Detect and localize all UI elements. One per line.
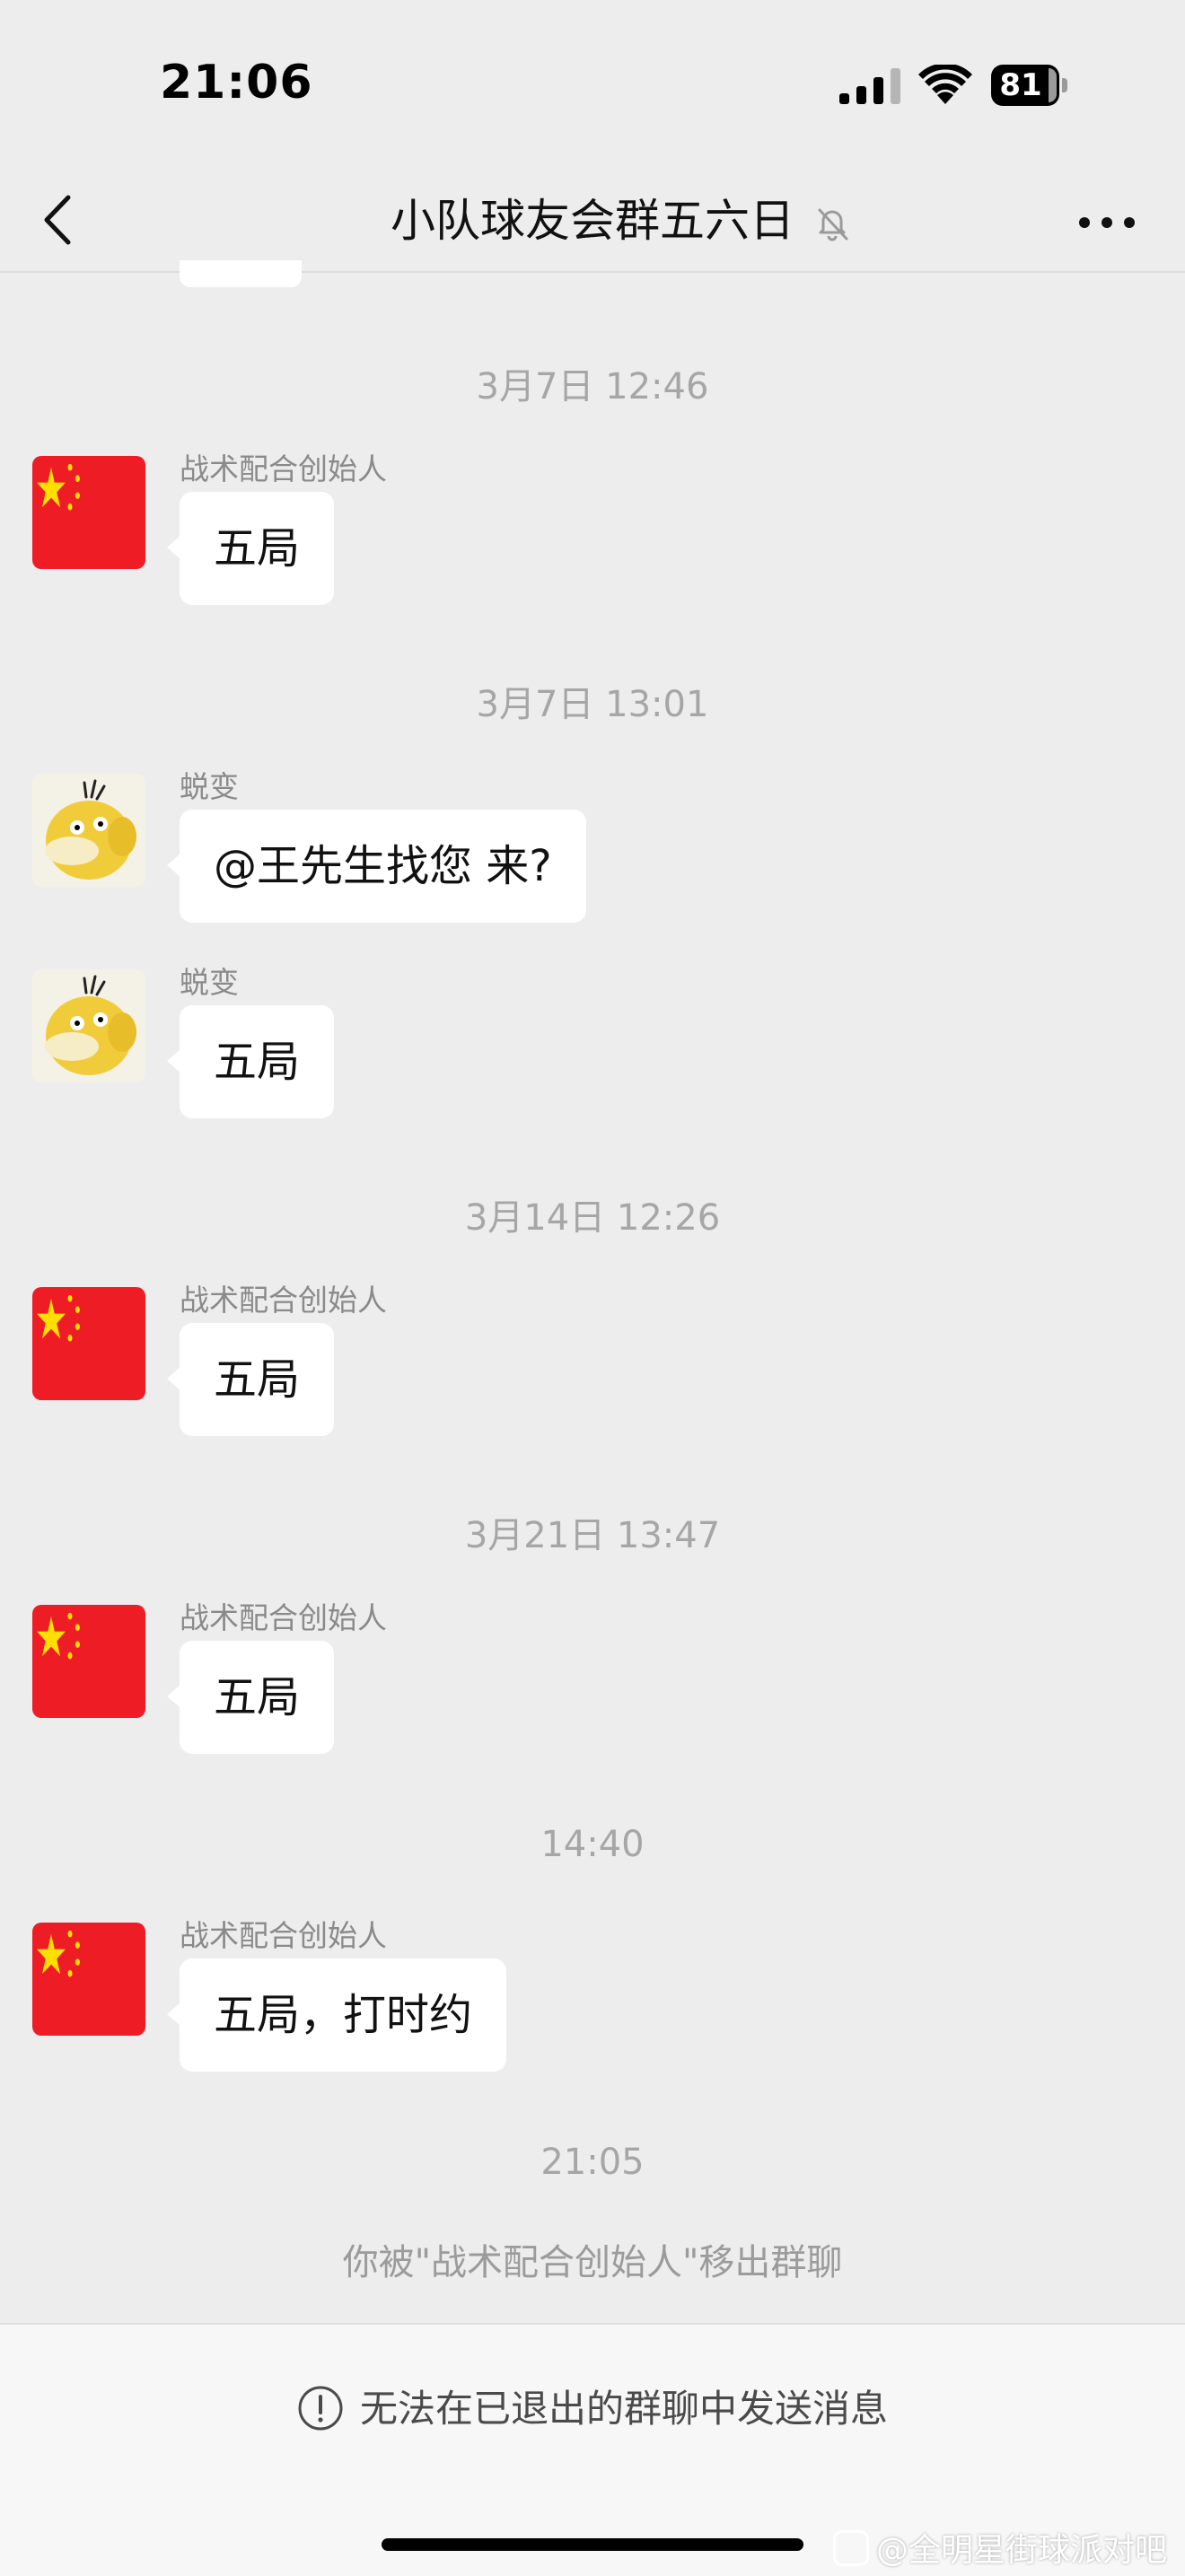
china-flag-avatar[interactable] [32, 1605, 145, 1718]
sender-name: 蜕变 [180, 769, 239, 804]
status-bar: 21:06 81 [0, 0, 1185, 171]
psyduck-avatar[interactable] [32, 774, 145, 887]
message-bubble[interactable]: 五局 [166, 1323, 335, 1436]
message-bubble-partial [180, 260, 302, 287]
weibo-logo-icon [832, 2530, 869, 2566]
chat-title-container: 小队球友会群五六日 [0, 171, 1185, 271]
more-dots-icon[interactable] [1077, 215, 1137, 230]
chat-header: 小队球友会群五六日 [0, 171, 1185, 273]
chat-title: 小队球友会群五六日 [391, 195, 794, 247]
footer-notice: 无法在已退出的群聊中发送消息 [0, 2379, 1185, 2435]
footer-notice-text: 无法在已退出的群聊中发送消息 [359, 2387, 888, 2431]
bell-slash-icon [818, 208, 848, 241]
china-flag-avatar[interactable] [32, 456, 145, 569]
home-indicator[interactable] [382, 2538, 803, 2551]
message-bubble[interactable]: 五局 [166, 492, 335, 605]
cellular-signal-icon [839, 68, 900, 104]
message-bubble[interactable]: 五局 [166, 1641, 335, 1754]
exclamation-circle-icon [298, 2386, 343, 2430]
china-flag-avatar[interactable] [32, 1287, 145, 1400]
status-time: 21:06 [160, 56, 313, 110]
sender-name: 战术配合创始人 [180, 1283, 387, 1318]
message-bubble[interactable]: 五局，打时约 [166, 1958, 507, 2072]
message-bubble[interactable]: 五局 [166, 1005, 335, 1118]
system-timestamp: 21:05 [540, 2142, 645, 2183]
battery-indicator: 81 [991, 65, 1068, 106]
watermark: @全明星街球派对吧 [832, 2524, 1167, 2571]
sender-name: 战术配合创始人 [180, 451, 387, 486]
message-timestamp: 3月14日 12:26 [464, 1197, 721, 1239]
watermark-text: @全明星街球派对吧 [875, 2532, 1167, 2569]
system-message: 你被"战术配合创始人"移出群聊 [342, 2242, 843, 2283]
sender-name: 蜕变 [180, 965, 239, 1000]
china-flag-avatar[interactable] [32, 1923, 145, 2036]
message-timestamp: 3月7日 12:46 [476, 366, 709, 407]
message-timestamp: 3月21日 13:47 [464, 1515, 721, 1556]
wifi-icon [918, 65, 972, 104]
sender-name: 战术配合创始人 [180, 1600, 387, 1635]
battery-level: 81 [999, 67, 1042, 103]
message-bubble[interactable]: @王先生找您 来? [167, 810, 586, 923]
message-timestamp: 3月7日 13:01 [476, 684, 709, 725]
message-timestamp: 14:40 [540, 1824, 645, 1865]
chat-footer: 无法在已退出的群聊中发送消息 @全明星街球派对吧 [0, 2323, 1185, 2576]
psyduck-avatar[interactable] [32, 969, 145, 1082]
sender-name: 战术配合创始人 [180, 1918, 387, 1953]
